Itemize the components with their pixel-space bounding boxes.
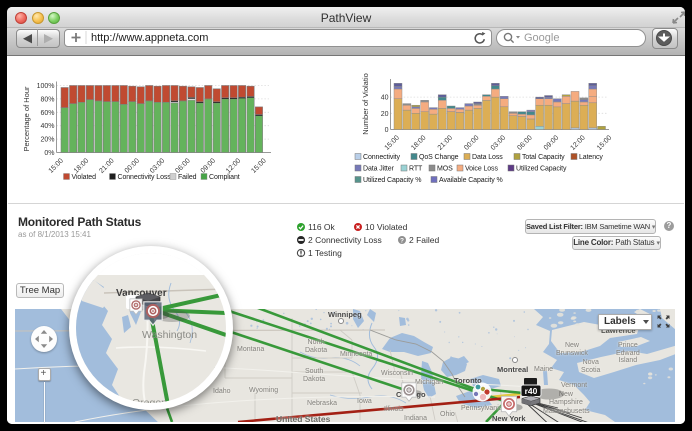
- svg-text:116 Ok: 116 Ok: [308, 222, 336, 232]
- svg-text:18:00: 18:00: [410, 134, 427, 151]
- svg-text:Utilized Capacity: Utilized Capacity: [516, 166, 567, 173]
- svg-text:03:00: 03:00: [490, 134, 507, 151]
- svg-text:Percentage of Hour: Percentage of Hour: [22, 86, 31, 152]
- svg-text:r40: r40: [525, 386, 538, 396]
- svg-text:20%: 20%: [40, 137, 54, 144]
- svg-text:06:00: 06:00: [174, 157, 191, 174]
- svg-text:Washington: Washington: [142, 329, 197, 341]
- svg-text:Data Jitter: Data Jitter: [363, 166, 395, 173]
- svg-text:09:00: 09:00: [543, 134, 560, 151]
- svg-text:QoS Change: QoS Change: [419, 154, 459, 161]
- svg-text:Total Capacity: Total Capacity: [522, 154, 565, 161]
- svg-text:Connectivity Loss: Connectivity Loss: [118, 174, 172, 181]
- svg-text:2 Connectivity Loss: 2 Connectivity Loss: [308, 235, 382, 245]
- svg-text:18:00: 18:00: [73, 157, 90, 174]
- svg-text:60%: 60%: [40, 110, 54, 117]
- svg-text:100%: 100%: [37, 83, 55, 90]
- svg-text:03:00: 03:00: [149, 157, 166, 174]
- svg-text:?: ?: [400, 238, 404, 245]
- svg-text:Available Capacity %: Available Capacity %: [439, 177, 503, 184]
- svg-text:80%: 80%: [40, 96, 54, 103]
- svg-text:RTT: RTT: [409, 166, 423, 173]
- svg-text:Voice Loss: Voice Loss: [465, 166, 498, 173]
- svg-text:Connectivity: Connectivity: [363, 154, 401, 161]
- svg-text:15:00: 15:00: [596, 134, 613, 151]
- svg-text:00:00: 00:00: [124, 157, 141, 174]
- svg-text:Latency: Latency: [579, 154, 603, 161]
- svg-text:15:00: 15:00: [250, 157, 267, 174]
- svg-text:1 Testing: 1 Testing: [308, 248, 342, 258]
- svg-text:09:00: 09:00: [200, 157, 217, 174]
- svg-text:2 Failed: 2 Failed: [409, 235, 440, 245]
- svg-text:Violated: Violated: [72, 174, 97, 181]
- svg-text:12:00: 12:00: [570, 134, 587, 151]
- svg-text:40: 40: [381, 95, 389, 102]
- svg-text:40%: 40%: [40, 123, 54, 130]
- svg-text:0%: 0%: [44, 150, 54, 157]
- svg-text:21:00: 21:00: [437, 134, 454, 151]
- svg-text:Compliant: Compliant: [209, 174, 240, 181]
- svg-text:10 Violated: 10 Violated: [365, 222, 408, 232]
- svg-text:20: 20: [381, 111, 389, 118]
- svg-text:00:00: 00:00: [463, 134, 480, 151]
- svg-text:06:00: 06:00: [516, 134, 533, 151]
- svg-text:15:00: 15:00: [384, 134, 401, 151]
- svg-text:0: 0: [385, 127, 389, 134]
- svg-text:Failed: Failed: [178, 174, 197, 181]
- svg-text:Number of Violatio: Number of Violatio: [361, 73, 370, 135]
- svg-text:Utilized Capacity %: Utilized Capacity %: [363, 177, 421, 184]
- svg-text:Data Loss: Data Loss: [472, 154, 503, 161]
- svg-text:MOS: MOS: [437, 166, 453, 173]
- svg-text:15:00: 15:00: [48, 157, 65, 174]
- svg-text:Oregon: Oregon: [132, 397, 167, 403]
- svg-text:12:00: 12:00: [225, 157, 242, 174]
- svg-text:21:00: 21:00: [98, 157, 115, 174]
